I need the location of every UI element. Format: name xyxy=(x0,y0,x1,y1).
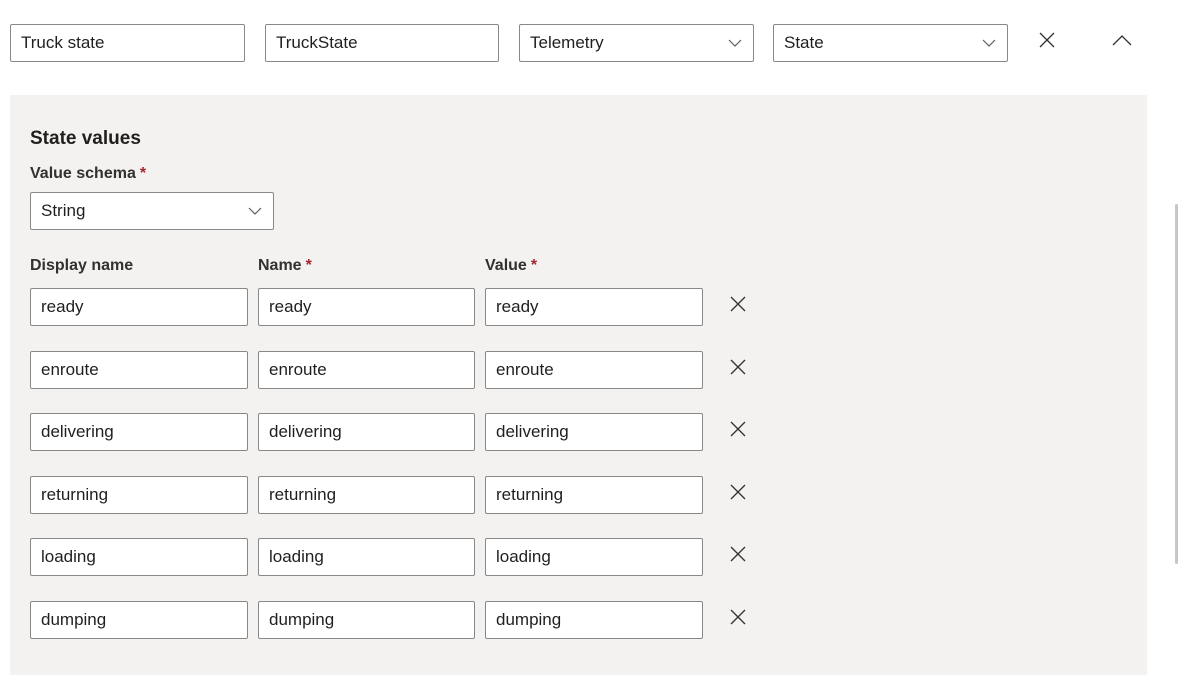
column-name-text: Name xyxy=(258,257,302,274)
vertical-scrollbar[interactable] xyxy=(1175,204,1178,564)
row-value-input[interactable]: enroute xyxy=(485,351,703,389)
name-field[interactable]: TruckState xyxy=(265,24,499,62)
row-display-name-value: enroute xyxy=(41,360,99,379)
row-display-name-value: loading xyxy=(41,547,96,566)
state-values-title: State values xyxy=(30,128,141,149)
delete-capability-button[interactable] xyxy=(1032,27,1062,57)
collapse-button[interactable] xyxy=(1107,27,1137,57)
delete-row-button[interactable] xyxy=(723,291,753,321)
value-schema-label: Value schema * xyxy=(30,165,146,183)
row-name-value: returning xyxy=(269,485,337,504)
column-value-text: Value xyxy=(485,257,527,274)
row-name-input[interactable]: loading xyxy=(258,538,475,576)
row-name-input[interactable]: ready xyxy=(258,288,475,326)
column-display-name: Display name xyxy=(30,257,133,275)
row-value-input[interactable]: loading xyxy=(485,538,703,576)
row-display-name-input[interactable]: returning xyxy=(30,476,248,514)
semantic-type-value: State xyxy=(784,33,824,52)
chevron-down-icon xyxy=(981,35,997,51)
required-marker: * xyxy=(139,165,147,182)
semantic-type-dropdown[interactable]: State xyxy=(773,24,1008,62)
row-name-input[interactable]: returning xyxy=(258,476,475,514)
row-name-input[interactable]: enroute xyxy=(258,351,475,389)
row-value-input[interactable]: ready xyxy=(485,288,703,326)
required-marker: * xyxy=(305,257,312,274)
row-name-input[interactable]: dumping xyxy=(258,601,475,639)
close-icon xyxy=(730,546,746,567)
delete-row-button[interactable] xyxy=(723,416,753,446)
delete-row-button[interactable] xyxy=(723,479,753,509)
row-value-value: ready xyxy=(496,297,539,316)
close-icon xyxy=(730,296,746,317)
row-value-value: loading xyxy=(496,547,551,566)
required-marker: * xyxy=(530,257,538,274)
row-display-name-input[interactable]: dumping xyxy=(30,601,248,639)
value-schema-dropdown[interactable]: String xyxy=(30,192,274,230)
row-value-input[interactable]: dumping xyxy=(485,601,703,639)
capability-type-value: Telemetry xyxy=(530,33,604,52)
row-name-value: delivering xyxy=(269,422,342,441)
delete-row-button[interactable] xyxy=(723,541,753,571)
chevron-up-icon xyxy=(1112,33,1132,51)
row-name-input[interactable]: delivering xyxy=(258,413,475,451)
name-value: TruckState xyxy=(276,33,358,52)
delete-row-button[interactable] xyxy=(723,354,753,384)
value-schema-label-text: Value schema xyxy=(30,165,136,182)
row-name-value: loading xyxy=(269,547,324,566)
row-value-value: delivering xyxy=(496,422,569,441)
close-icon xyxy=(730,421,746,442)
chevron-down-icon xyxy=(247,203,263,219)
row-display-name-input[interactable]: loading xyxy=(30,538,248,576)
row-name-value: ready xyxy=(269,297,312,316)
row-value-value: returning xyxy=(496,485,564,504)
row-display-name-value: ready xyxy=(41,297,84,316)
close-icon xyxy=(730,484,746,505)
column-display-name-text: Display name xyxy=(30,257,134,274)
display-name-field[interactable]: Truck state xyxy=(10,24,245,62)
close-icon xyxy=(730,359,746,380)
close-icon xyxy=(730,609,746,630)
column-value: Value * xyxy=(485,257,537,275)
value-schema-value: String xyxy=(41,201,86,220)
row-value-input[interactable]: delivering xyxy=(485,413,703,451)
row-display-name-value: returning xyxy=(41,485,109,504)
column-name: Name * xyxy=(258,257,312,275)
row-name-value: dumping xyxy=(269,610,335,629)
row-display-name-input[interactable]: delivering xyxy=(30,413,248,451)
capability-type-dropdown[interactable]: Telemetry xyxy=(519,24,754,62)
delete-row-button[interactable] xyxy=(723,604,753,634)
row-name-value: enroute xyxy=(269,360,327,379)
row-value-value: dumping xyxy=(496,610,562,629)
row-display-name-input[interactable]: ready xyxy=(30,288,248,326)
chevron-down-icon xyxy=(727,35,743,51)
row-display-name-input[interactable]: enroute xyxy=(30,351,248,389)
row-display-name-value: delivering xyxy=(41,422,114,441)
row-value-input[interactable]: returning xyxy=(485,476,703,514)
row-value-value: enroute xyxy=(496,360,554,379)
row-display-name-value: dumping xyxy=(41,610,107,629)
close-icon xyxy=(1039,32,1055,53)
display-name-value: Truck state xyxy=(21,33,105,52)
